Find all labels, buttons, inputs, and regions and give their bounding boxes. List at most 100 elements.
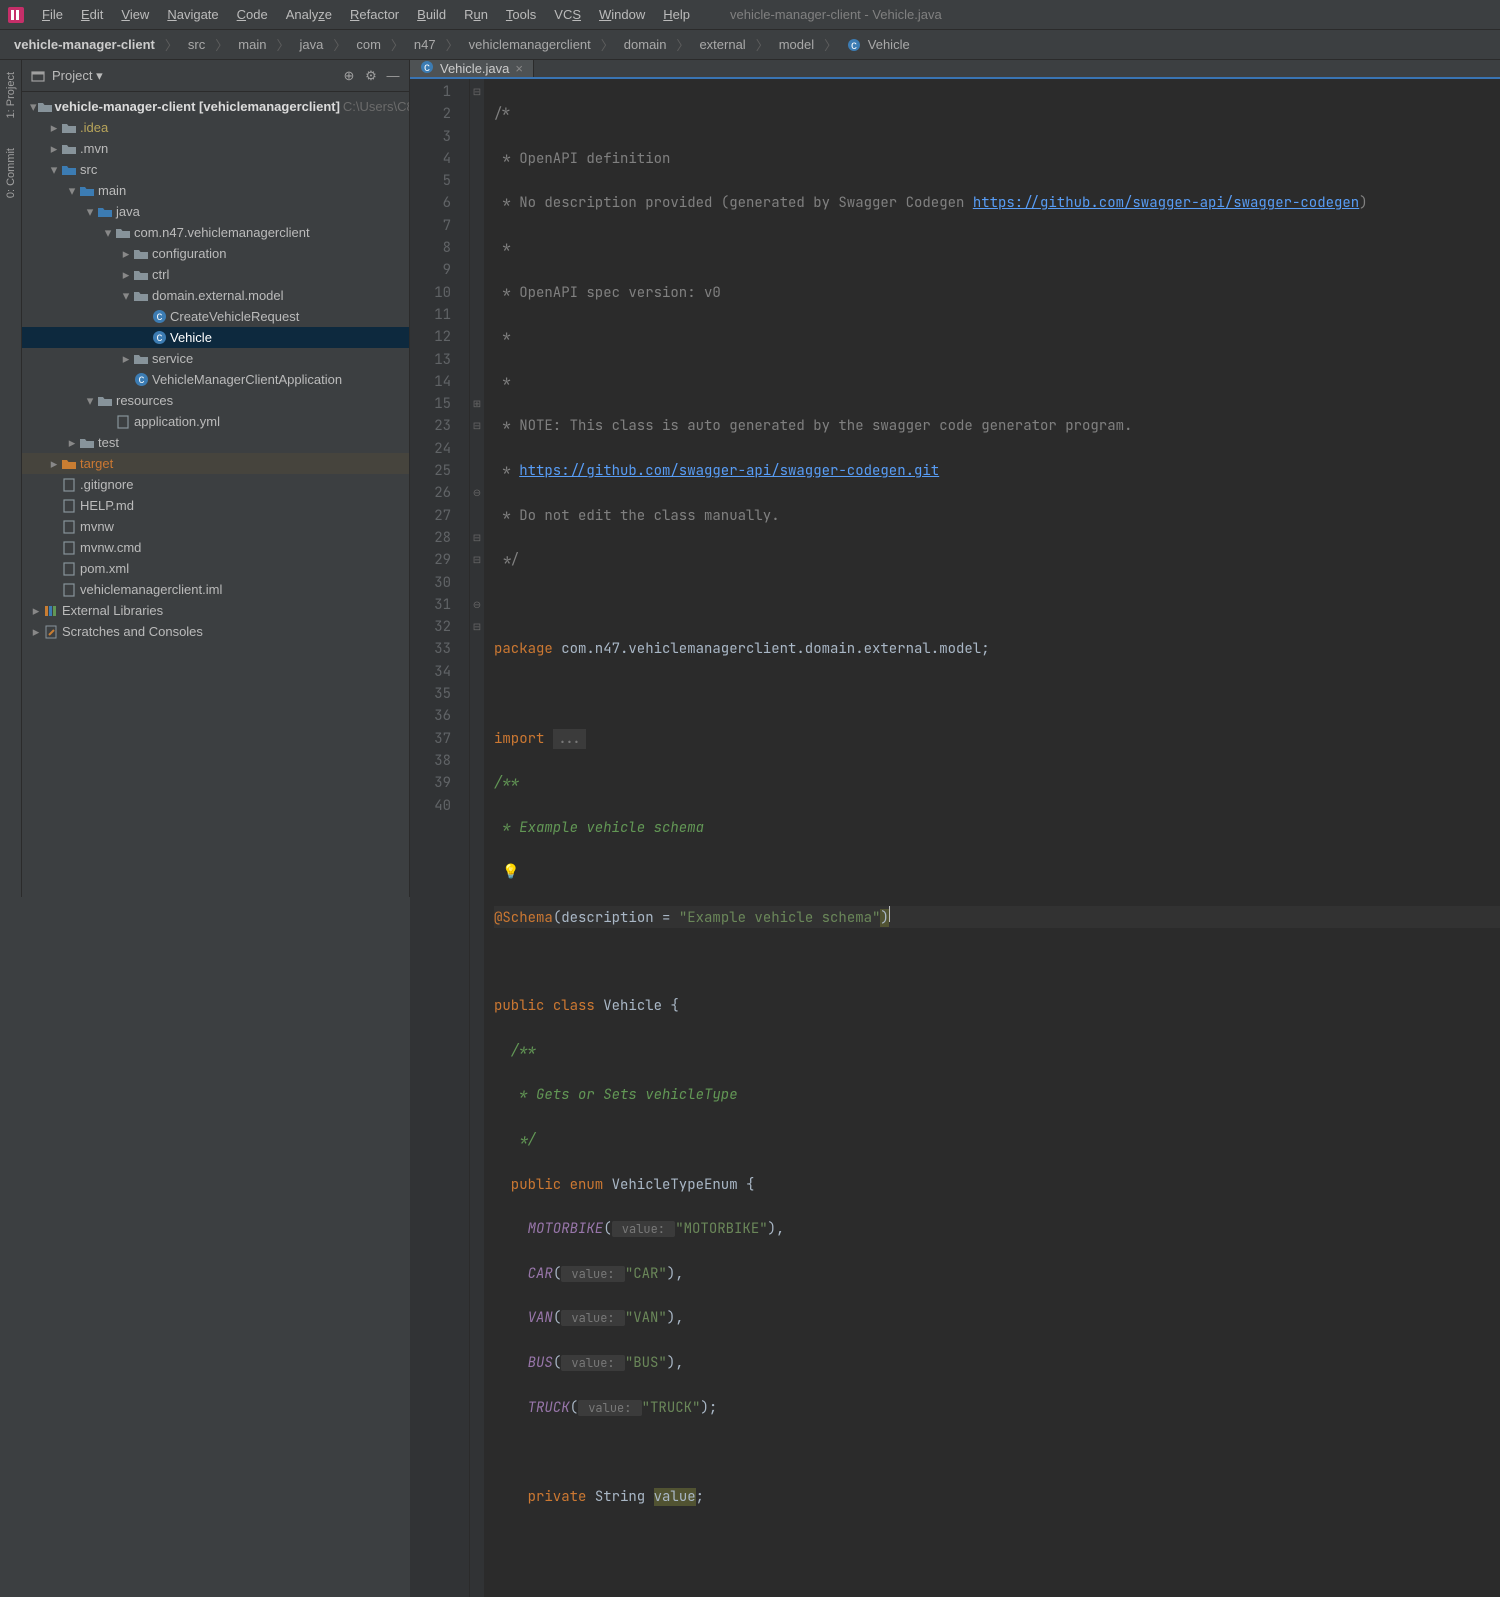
- expand-icon[interactable]: ▾: [48, 162, 60, 178]
- tree-item[interactable]: HELP.md: [22, 495, 409, 516]
- folder-icon: [132, 268, 150, 282]
- stripe-project[interactable]: 1: Project: [5, 72, 17, 118]
- menu-analyze[interactable]: Analyze: [278, 4, 340, 25]
- tree-item[interactable]: ▾java: [22, 201, 409, 222]
- menu-view[interactable]: View: [113, 4, 157, 25]
- expand-icon[interactable]: ▾: [102, 225, 114, 241]
- menu-code[interactable]: Code: [229, 4, 276, 25]
- tree-item[interactable]: ▾domain.external.model: [22, 285, 409, 306]
- tree-item[interactable]: ▾ src: [22, 159, 409, 180]
- tree-item[interactable]: ▸target: [22, 453, 409, 474]
- crumb[interactable]: com: [350, 35, 387, 54]
- fold-gutter[interactable]: ⊟⊞⊟⊖⊟⊟⊖⊟: [470, 79, 484, 1597]
- tree-item[interactable]: ▾vehicle-manager-client [vehiclemanagerc…: [22, 96, 409, 117]
- menu-help[interactable]: Help: [655, 4, 698, 25]
- collapse-icon[interactable]: —: [385, 68, 401, 84]
- expand-icon[interactable]: ▸: [30, 603, 42, 619]
- tree-item[interactable]: mvnw.cmd: [22, 537, 409, 558]
- editor-body[interactable]: 1234567891011121314152324252627282930313…: [410, 79, 1500, 1597]
- expand-icon[interactable]: ▸: [120, 246, 132, 262]
- file-icon: [60, 499, 78, 513]
- project-panel-title: Project ▾: [52, 68, 335, 84]
- window-title: vehicle-manager-client - Vehicle.java: [730, 7, 942, 22]
- project-tree[interactable]: ▾ vehicle-manager-client [vehiclemanagerc…: [22, 92, 409, 897]
- tree-item[interactable]: CVehicle: [22, 327, 409, 348]
- select-opened-file-icon[interactable]: ⊕: [341, 68, 357, 84]
- crumb-root[interactable]: vehicle-manager-client: [8, 35, 161, 54]
- code-area[interactable]: /* * OpenAPI definition * No description…: [484, 79, 1500, 1597]
- expand-icon[interactable]: ▾: [84, 204, 96, 220]
- svg-text:C: C: [156, 334, 162, 345]
- tree-label: CreateVehicleRequest: [170, 309, 299, 324]
- expand-icon[interactable]: ▸: [66, 435, 78, 451]
- tree-item[interactable]: application.yml: [22, 411, 409, 432]
- expand-icon[interactable]: ▸: [48, 120, 60, 136]
- tree-label: configuration: [152, 246, 226, 261]
- tree-item[interactable]: ▾main: [22, 180, 409, 201]
- folder-icon: [114, 226, 132, 240]
- tree-item[interactable]: ▸Scratches and Consoles: [22, 621, 409, 642]
- tree-item[interactable]: ▾com.n47.vehiclemanagerclient: [22, 222, 409, 243]
- tree-label: src: [80, 162, 97, 177]
- tree-label: mvnw: [80, 519, 114, 534]
- menu-navigate[interactable]: Navigate: [159, 4, 226, 25]
- crumb[interactable]: domain: [618, 35, 673, 54]
- tree-item[interactable]: ▸.mvn: [22, 138, 409, 159]
- project-view-icon[interactable]: [30, 68, 46, 84]
- crumb[interactable]: vehiclemanagerclient: [463, 35, 597, 54]
- expand-icon[interactable]: ▾: [120, 288, 132, 304]
- stripe-commit[interactable]: 0: Commit: [5, 148, 17, 198]
- crumb[interactable]: external: [693, 35, 751, 54]
- folder-icon: [132, 352, 150, 366]
- crumb[interactable]: main: [232, 35, 272, 54]
- crumb[interactable]: src: [182, 35, 211, 54]
- tree-item[interactable]: mvnw: [22, 516, 409, 537]
- tree-item[interactable]: vehiclemanagerclient.iml: [22, 579, 409, 600]
- svg-text:C: C: [156, 313, 162, 324]
- tree-item[interactable]: ▸ctrl: [22, 264, 409, 285]
- expand-icon[interactable]: ▾: [84, 393, 96, 409]
- menu-refactor[interactable]: Refactor: [342, 4, 407, 25]
- expand-icon[interactable]: ▸: [48, 141, 60, 157]
- expand-icon[interactable]: ▸: [120, 267, 132, 283]
- expand-icon[interactable]: ▸: [48, 456, 60, 472]
- close-icon[interactable]: ×: [515, 61, 523, 76]
- expand-icon[interactable]: ▾: [66, 183, 78, 199]
- expand-icon[interactable]: ▸: [30, 624, 42, 640]
- file-icon: [114, 415, 132, 429]
- tree-item[interactable]: ▾resources: [22, 390, 409, 411]
- tree-item[interactable]: ▸service: [22, 348, 409, 369]
- tree-item[interactable]: C CreateVehicleRequest: [22, 306, 409, 327]
- tree-item[interactable]: ▸External Libraries: [22, 600, 409, 621]
- menu-bar: File Edit View Navigate Code Analyze Ref…: [0, 0, 1500, 30]
- gear-icon[interactable]: ⚙: [363, 68, 379, 84]
- tree-item[interactable]: .gitignore: [22, 474, 409, 495]
- line-number-gutter: 1234567891011121314152324252627282930313…: [410, 79, 470, 1597]
- menu-tools[interactable]: Tools: [498, 4, 544, 25]
- tree-label: vehicle-manager-client [vehiclemanagercl…: [55, 99, 340, 114]
- link[interactable]: https://github.com/swagger-api/swagger-c…: [973, 194, 1359, 212]
- menu-edit[interactable]: Edit: [73, 4, 111, 25]
- crumb[interactable]: java: [293, 35, 329, 54]
- tree-item[interactable]: ▸.idea: [22, 117, 409, 138]
- crumb[interactable]: model: [773, 35, 820, 54]
- crumb-file[interactable]: C Vehicle: [841, 35, 916, 55]
- tree-item[interactable]: ▸test: [22, 432, 409, 453]
- file-icon: [60, 583, 78, 597]
- menu-run[interactable]: Run: [456, 4, 496, 25]
- menu-vcs[interactable]: VCS: [546, 4, 589, 25]
- tab-filename: Vehicle.java: [440, 61, 509, 76]
- expand-icon[interactable]: ▸: [120, 351, 132, 367]
- tree-item[interactable]: CVehicleManagerClientApplication: [22, 369, 409, 390]
- menu-file[interactable]: File: [34, 4, 71, 25]
- menu-window[interactable]: Window: [591, 4, 653, 25]
- tree-item[interactable]: ▸ configuration: [22, 243, 409, 264]
- intention-bulb-icon[interactable]: 💡: [502, 863, 519, 881]
- menu-build[interactable]: Build: [409, 4, 454, 25]
- editor-tab-vehicle[interactable]: C Vehicle.java ×: [410, 60, 534, 77]
- file-icon: [60, 541, 78, 555]
- link[interactable]: https://github.com/swagger-api/swagger-c…: [519, 462, 939, 480]
- tree-item[interactable]: pom.xml: [22, 558, 409, 579]
- crumb[interactable]: n47: [408, 35, 442, 54]
- tree-label: pom.xml: [80, 561, 129, 576]
